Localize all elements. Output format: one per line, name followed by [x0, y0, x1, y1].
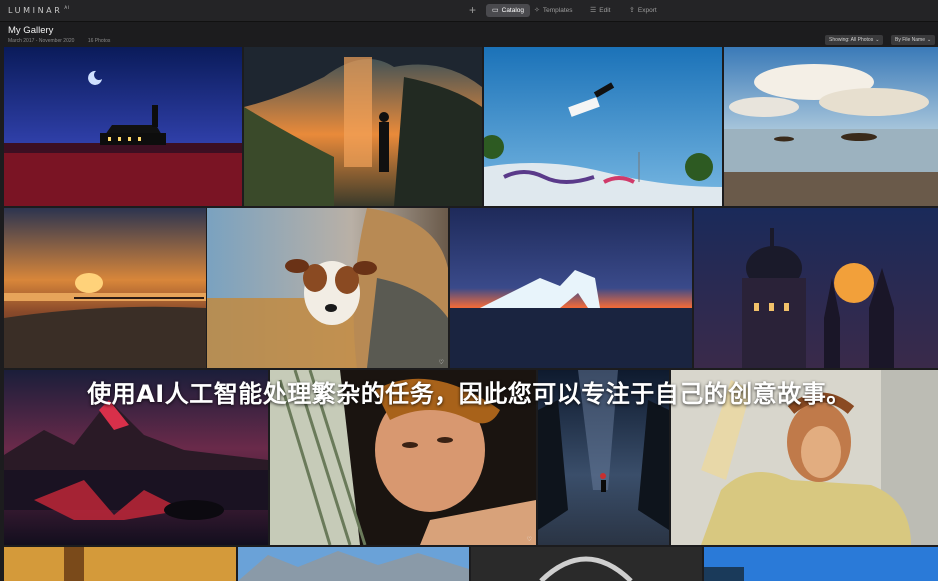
gallery-header: My Gallery March 2017 - November 2020 16… — [0, 22, 938, 47]
chevron-down-icon: ⌄ — [927, 37, 932, 43]
logo-sup: AI — [64, 5, 70, 10]
photo-count: 16 Photos — [87, 38, 111, 44]
chevron-down-icon: ⌄ — [875, 37, 880, 43]
tab-export[interactable]: ⇪ Export — [623, 4, 663, 17]
top-toolbar: LUMINAR AI + ▭ Catalog ✧ Templates ☰ Edit… — [0, 0, 938, 22]
tab-templates[interactable]: ✧ Templates — [528, 4, 579, 17]
gallery-info: March 2017 - November 2020 16 Photos — [8, 38, 122, 44]
app-logo: LUMINAR AI — [8, 5, 69, 15]
photo-church-night[interactable] — [4, 47, 242, 206]
photo-grid: ♡ ♡ 使用AI人工智能处理繁杂的任务，因此您可以专注于自己的创意故事。 — [0, 47, 938, 581]
sparkle-icon: ✧ — [534, 7, 540, 14]
tab-label: Templates — [542, 7, 573, 14]
sliders-icon: ☰ — [590, 7, 597, 14]
promo-overlay-text: 使用AI人工智能处理繁杂的任务，因此您可以专注于自己的创意故事。 — [87, 380, 851, 408]
page-title: My Gallery — [8, 25, 54, 36]
photo-tunnel-arch[interactable] — [471, 547, 702, 581]
sort-dropdown[interactable]: By File Name ⌄ — [891, 35, 936, 45]
heart-icon[interactable]: ♡ — [527, 536, 532, 543]
date-range: March 2017 - November 2020 — [8, 38, 75, 44]
photo-alpine-peaks[interactable] — [238, 547, 469, 581]
showing-filter-dropdown[interactable]: Showing: All Photos ⌄ — [825, 35, 884, 45]
photo-skate-jump[interactable] — [484, 47, 722, 206]
heart-icon[interactable]: ♡ — [439, 359, 444, 366]
photo-cathedral-moon[interactable] — [694, 208, 938, 368]
tab-catalog[interactable]: ▭ Catalog — [486, 4, 531, 17]
tab-label: Catalog — [501, 7, 525, 14]
photo-blue-sky[interactable] — [704, 547, 938, 581]
dropdown-label: Showing: All Photos — [829, 37, 874, 43]
photo-boats-lake[interactable] — [724, 47, 938, 206]
folder-icon: ▭ — [492, 7, 499, 14]
share-icon: ⇪ — [629, 7, 635, 14]
plus-icon[interactable]: + — [469, 3, 476, 17]
tab-label: Edit — [599, 7, 611, 14]
photo-sunset-pier[interactable] — [4, 208, 206, 368]
photo-waterfall-sunset[interactable] — [244, 47, 482, 206]
dropdown-label: By File Name — [895, 37, 926, 43]
tab-edit[interactable]: ☰ Edit — [584, 4, 616, 17]
logo-text: LUMINAR — [8, 6, 63, 15]
tab-label: Export — [637, 7, 657, 14]
photo-iceberg[interactable] — [450, 208, 692, 368]
photo-dog-woman-selected[interactable]: ♡ — [207, 208, 448, 368]
photo-golden-interior[interactable] — [4, 547, 236, 581]
